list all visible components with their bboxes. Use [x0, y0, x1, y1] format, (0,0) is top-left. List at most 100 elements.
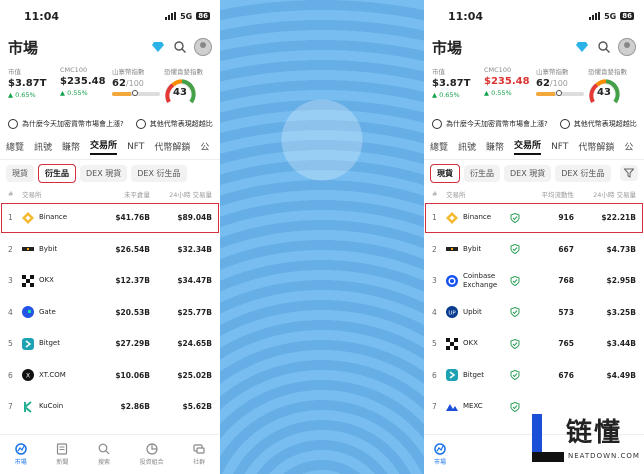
altcoin-index-bar	[112, 90, 160, 96]
table-row[interactable]: 5 OKX 765 $3.44B	[424, 328, 644, 360]
tab-exchanges[interactable]: 交易所	[514, 138, 542, 155]
stat-market-cap[interactable]: 市值 $3.87T ▲ 0.65%	[432, 66, 480, 114]
market-stats: 市值 $3.87T ▲ 0.65% CMC100 $235.48 ▲ 0.55%…	[0, 62, 220, 114]
news-icon	[135, 119, 146, 129]
shield-icon	[510, 244, 520, 255]
shield-icon	[510, 370, 520, 381]
avatar[interactable]	[194, 38, 212, 56]
tab-more[interactable]: 公	[200, 140, 209, 153]
chat-icon	[193, 444, 205, 454]
mexc-icon	[446, 403, 458, 411]
table-row[interactable]: 4 UP Upbit 573 $3.25B	[424, 297, 644, 329]
table-row[interactable]: 1 Binance $41.76B $89.04B	[0, 202, 220, 234]
kucoin-icon	[24, 400, 32, 413]
chip-dex-derivatives[interactable]: DEX 衍生品	[131, 164, 187, 182]
exchange-list: 1 Binance 916 $22.21B 2 Bybit 667 $4.73B…	[424, 202, 644, 423]
network-label: 5G	[604, 11, 617, 21]
page-header: 市場	[0, 32, 220, 62]
tab-exchanges[interactable]: 交易所	[90, 138, 118, 155]
bybit-icon	[446, 247, 458, 252]
okx-icon	[22, 274, 34, 287]
tab-token-unlocks[interactable]: 代幣解鎖	[154, 140, 190, 153]
watermark-logo: 链懂 NEATDOWN.COM	[530, 408, 640, 468]
nav-search[interactable]: 搜索	[98, 443, 110, 466]
avatar[interactable]	[618, 38, 636, 56]
stat-cmc100[interactable]: CMC100 $235.48 ▲ 0.55%	[60, 66, 108, 114]
chip-derivatives[interactable]: 衍生品	[38, 163, 76, 183]
exchange-type-chips: 現貨 衍生品 DEX 現貨 DEX 衍生品	[0, 160, 220, 186]
shield-icon	[510, 212, 520, 223]
filter-icon[interactable]	[620, 165, 638, 181]
table-row[interactable]: 2 Bybit 667 $4.73B	[424, 234, 644, 266]
network-label: 5G	[180, 11, 193, 21]
news-ticker[interactable]: 為什麼今天加密貨幣市場會上漲? 其他代幣表現超越比	[424, 114, 644, 134]
tab-nft[interactable]: NFT	[127, 142, 144, 152]
bottom-nav: 市場 新聞 搜索 投資組合 社群	[0, 434, 220, 474]
news-icon	[57, 443, 68, 455]
tab-more[interactable]: 公	[624, 140, 633, 153]
search-icon	[98, 443, 110, 455]
stat-market-cap[interactable]: 市值 $3.87T ▲ 0.65%	[8, 66, 56, 114]
tab-nft[interactable]: NFT	[551, 142, 568, 152]
altcoin-index-bar	[536, 90, 584, 96]
bitget-icon	[446, 369, 458, 382]
binance-icon	[22, 211, 34, 224]
news-icon	[8, 119, 18, 129]
tab-signals[interactable]: 訊號	[34, 140, 52, 153]
search-icon[interactable]	[174, 41, 186, 53]
stat-fear-greed[interactable]: 恐懼貪婪指數 43	[588, 66, 636, 114]
tab-bar: 總覽 訊號 賺幣 交易所 NFT 代幣解鎖 公	[424, 134, 644, 160]
diamond-icon[interactable]	[152, 42, 164, 52]
table-row[interactable]: 3 Coinbase Exchange 768 $2.95B	[424, 265, 644, 297]
stat-altcoin-index[interactable]: 山寨幣指數 62/100	[536, 66, 584, 114]
table-row[interactable]: 6 X XT.COM $10.06B $25.02B	[0, 360, 220, 392]
nav-portfolio[interactable]: 投資組合	[140, 443, 164, 466]
table-row[interactable]: 5 Bitget $27.29B $24.65B	[0, 328, 220, 360]
tab-signals[interactable]: 訊號	[458, 140, 476, 153]
bitget-icon	[22, 337, 34, 350]
table-row[interactable]: 2 Bybit $26.54B $32.34B	[0, 234, 220, 266]
tab-overview[interactable]: 總覽	[6, 140, 24, 153]
page-title: 市場	[432, 38, 463, 57]
tab-earn[interactable]: 賺幣	[486, 140, 504, 153]
table-row[interactable]: 6 Bitget 676 $4.49B	[424, 360, 644, 392]
table-row[interactable]: 4 Gate $20.53B $25.77B	[0, 297, 220, 329]
chip-dex-derivatives[interactable]: DEX 衍生品	[555, 164, 611, 182]
xt-icon: X	[22, 369, 34, 382]
stat-fear-greed[interactable]: 恐懼貪婪指數 43	[164, 66, 212, 114]
stat-altcoin-index[interactable]: 山寨幣指數 62/100	[112, 66, 160, 114]
chip-spot[interactable]: 現貨	[6, 164, 34, 182]
nav-community[interactable]: 社群	[193, 443, 205, 466]
chip-dex-spot[interactable]: DEX 現貨	[80, 164, 128, 182]
table-row[interactable]: 7 KuCoin $2.86B $5.62B	[0, 391, 220, 423]
bybit-icon	[22, 247, 34, 252]
tab-overview[interactable]: 總覽	[430, 140, 448, 153]
chip-derivatives[interactable]: 衍生品	[464, 164, 500, 182]
nav-news[interactable]: 新聞	[56, 443, 68, 466]
exchange-list: 1 Binance $41.76B $89.04B 2 Bybit $26.54…	[0, 202, 220, 423]
shield-icon	[510, 307, 520, 318]
diamond-icon[interactable]	[576, 42, 588, 52]
tab-token-unlocks[interactable]: 代幣解鎖	[578, 140, 614, 153]
search-icon[interactable]	[598, 41, 610, 53]
battery-icon: 86	[196, 12, 210, 20]
signal-icon	[165, 12, 177, 20]
tab-earn[interactable]: 賺幣	[62, 140, 80, 153]
table-header: # 交易所 未平倉量 24小時 交易量	[8, 190, 212, 199]
news-icon	[432, 119, 442, 129]
svg-text:UP: UP	[448, 311, 456, 317]
news-ticker[interactable]: 為什麼今天加密貨幣市場會上漲? 其他代幣表現超越比	[0, 114, 220, 134]
chip-spot[interactable]: 現貨	[430, 163, 460, 183]
nav-markets[interactable]: 市場	[15, 443, 27, 466]
table-header: # 交易所 平均流動性 24小時 交易量	[432, 190, 636, 199]
gate-icon	[22, 306, 34, 319]
chip-dex-spot[interactable]: DEX 現貨	[504, 164, 552, 182]
stat-cmc100[interactable]: CMC100 $235.48 ▲ 0.55%	[484, 66, 532, 114]
okx-icon	[446, 337, 458, 350]
table-row[interactable]: 1 Binance 916 $22.21B	[424, 202, 644, 234]
nav-markets[interactable]: 市場	[434, 443, 446, 466]
page-header: 市場	[424, 32, 644, 62]
table-row[interactable]: 3 OKX $12.37B $34.47B	[0, 265, 220, 297]
battery-icon: 86	[620, 12, 634, 20]
binance-icon	[446, 211, 458, 224]
